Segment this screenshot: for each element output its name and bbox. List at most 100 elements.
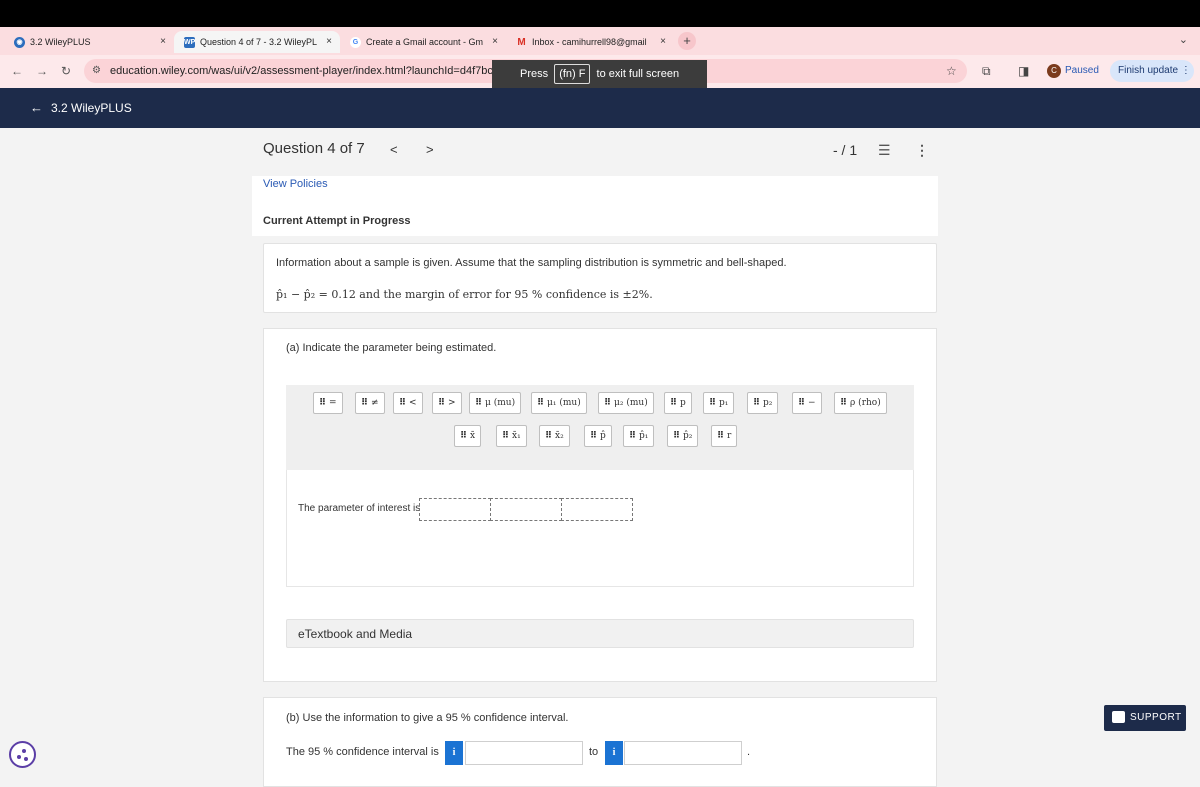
part-b-panel: (b) Use the information to give a 95 % c…	[263, 697, 937, 787]
reload-icon[interactable]: ↻	[61, 64, 71, 78]
question-header: Question 4 of 7 < > - / 1 ☰ ⋮	[263, 140, 937, 166]
answer-drop-zone: The parameter of interest is	[286, 470, 914, 587]
drag-grip-icon: ⠿	[399, 398, 407, 408]
token-label: p₁	[719, 398, 729, 408]
token-bank: ⠿ = ⠿ ≠ ⠿ < ⠿ > ⠿ μ (mu) ⠿ μ₁ (mu) ⠿ μ₂ (mu) ⠿ p…	[286, 385, 914, 470]
tab-wileyplus[interactable]: ◉ 3.2 WileyPLUS ×	[4, 31, 174, 53]
info-text: Information about a sample is given. Ass…	[276, 257, 787, 269]
token[interactable]: ⠿ x̄	[454, 425, 482, 447]
token[interactable]: ⠿ p̂₁	[623, 425, 655, 447]
tab-title: 3.2 WileyPLUS	[30, 37, 91, 47]
etextbook-media-toggle[interactable]: eTextbook and Media	[286, 619, 914, 648]
token[interactable]: ⠿ p₁	[703, 392, 735, 414]
drop-slot-1[interactable]	[419, 498, 491, 521]
close-icon[interactable]: ×	[492, 31, 498, 53]
token-label: ρ (rho)	[850, 398, 881, 408]
token-label: ≠	[371, 398, 379, 408]
drag-grip-icon: ⠿	[438, 398, 446, 408]
token[interactable]: ⠿ p̂	[584, 425, 612, 447]
ci-upper-input[interactable]	[624, 741, 742, 765]
attempt-status: Current Attempt in Progress	[263, 215, 411, 227]
ci-label: The 95 % confidence interval is	[286, 746, 439, 758]
support-button[interactable]: SUPPORT	[1104, 705, 1186, 731]
token[interactable]: ⠿ p₂	[747, 392, 779, 414]
token-label: x̄₂	[555, 431, 564, 441]
token[interactable]: ⠿ x̄₂	[539, 425, 570, 447]
next-question-button[interactable]: >	[426, 142, 434, 157]
token[interactable]: ⠿ p̂₂	[667, 425, 699, 447]
token[interactable]: ⠿ =	[313, 392, 343, 414]
finish-update-button[interactable]: Finish update ⋮	[1110, 60, 1194, 82]
fullscreen-notice: Press (fn) F to exit full screen	[492, 60, 707, 88]
question-title: Question 4 of 7	[263, 140, 365, 157]
token-label: p₂	[763, 398, 773, 408]
token-label: x̄	[470, 431, 476, 441]
token-label: >	[448, 398, 456, 408]
info-icon[interactable]: i	[445, 741, 463, 765]
site-settings-icon[interactable]: ⚙	[92, 59, 101, 83]
close-icon[interactable]: ×	[160, 31, 166, 53]
token[interactable]: ⠿ μ₁ (mu)	[531, 392, 587, 414]
drag-grip-icon: ⠿	[709, 398, 717, 408]
drag-grip-icon: ⠿	[670, 398, 678, 408]
forward-icon[interactable]: →	[36, 64, 48, 78]
token[interactable]: ⠿ <	[393, 392, 423, 414]
token-label: μ₁ (mu)	[547, 398, 581, 408]
ci-lower-input[interactable]	[465, 741, 583, 765]
token-label: =	[329, 398, 337, 408]
tab-gmail-create[interactable]: G Create a Gmail account - Gm ×	[340, 31, 506, 53]
tab-inbox[interactable]: M Inbox - camihurrell98@gmail ×	[506, 31, 674, 53]
new-tab-button[interactable]: +	[678, 32, 696, 50]
drag-grip-icon: ⠿	[717, 431, 725, 441]
close-icon[interactable]: ×	[326, 31, 332, 53]
list-icon[interactable]: ☰	[878, 142, 891, 159]
period-label: .	[747, 746, 751, 758]
token[interactable]: ⠿ μ (mu)	[469, 392, 522, 414]
token[interactable]: ⠿ −	[792, 392, 822, 414]
prev-question-button[interactable]: <	[390, 142, 398, 157]
part-a-panel: (a) Indicate the parameter being estimat…	[263, 328, 937, 682]
back-icon[interactable]: ←	[11, 64, 23, 78]
question-info-box: Information about a sample is given. Ass…	[263, 243, 937, 313]
profile-status: Paused	[1065, 65, 1099, 76]
token[interactable]: ⠿ x̄₁	[496, 425, 527, 447]
more-icon[interactable]: ⋮	[915, 142, 929, 159]
wiley-icon: ◉	[14, 37, 25, 49]
token[interactable]: ⠿ ρ (rho)	[834, 392, 887, 414]
drag-grip-icon: ⠿	[590, 431, 598, 441]
drag-grip-icon: ⠿	[502, 431, 510, 441]
close-icon[interactable]: ×	[660, 31, 666, 53]
token[interactable]: ⠿ ≠	[355, 392, 385, 414]
course-link[interactable]: 3.2 WileyPLUS	[51, 101, 132, 115]
tab-strip: ◉ 3.2 WileyPLUS × WP Question 4 of 7 - 3.2…	[0, 27, 1200, 55]
drag-grip-icon: ⠿	[753, 398, 761, 408]
token-label: μ (mu)	[485, 398, 516, 408]
profile-button[interactable]: C Paused	[1043, 61, 1099, 81]
drop-slot-3[interactable]	[561, 498, 633, 521]
token-label: p	[680, 398, 686, 408]
token-label: x̄₁	[512, 431, 521, 441]
extensions-icon[interactable]: ⧉	[982, 64, 991, 79]
sidebar-icon[interactable]: ◨	[1018, 64, 1029, 78]
tab-title: Inbox - camihurrell98@gmail	[532, 37, 647, 47]
info-icon[interactable]: i	[605, 741, 623, 765]
cookie-icon[interactable]	[9, 741, 36, 768]
token-label: <	[409, 398, 417, 408]
token[interactable]: ⠿ r	[711, 425, 738, 447]
drag-grip-icon: ⠿	[798, 398, 806, 408]
star-icon[interactable]: ☆	[946, 64, 957, 78]
token[interactable]: ⠿ >	[432, 392, 462, 414]
tab-search-icon[interactable]: ⌄	[1179, 33, 1188, 46]
token-label: −	[808, 398, 816, 408]
view-policies-link[interactable]: View Policies	[263, 178, 328, 190]
part-b-title: (b) Use the information to give a 95 % c…	[286, 712, 569, 724]
google-icon: G	[350, 37, 361, 49]
avatar: C	[1047, 64, 1061, 78]
token[interactable]: ⠿ p	[664, 392, 692, 414]
token[interactable]: ⠿ μ₂ (mu)	[598, 392, 654, 414]
drop-slot-2[interactable]	[490, 498, 562, 521]
back-arrow-icon[interactable]: ←	[30, 100, 43, 115]
tab-question[interactable]: WP Question 4 of 7 - 3.2 WileyPL ×	[174, 31, 340, 53]
top-black-bar	[0, 0, 1200, 27]
drag-grip-icon: ⠿	[604, 398, 612, 408]
